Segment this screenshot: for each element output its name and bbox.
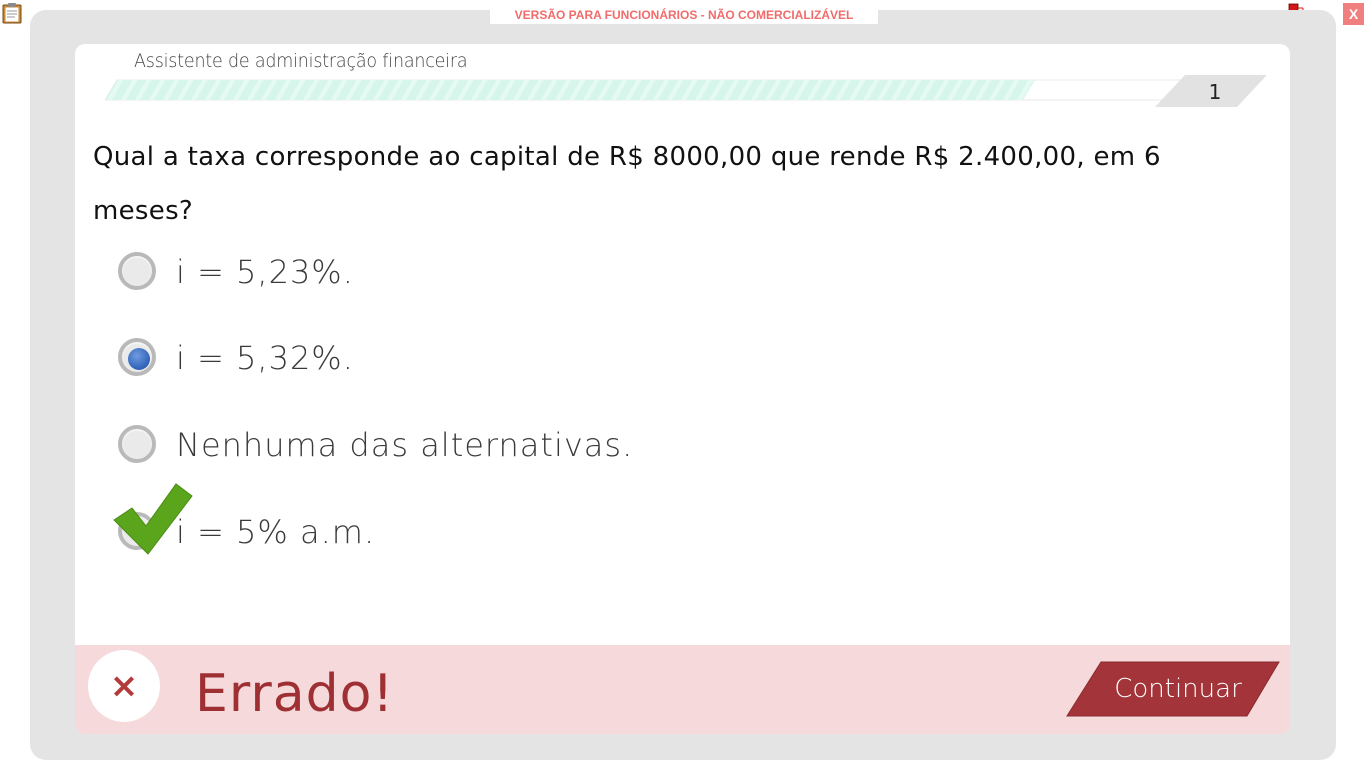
option-3-label: Nenhuma das alternativas. <box>176 426 634 464</box>
continue-button[interactable]: Continuar <box>1065 661 1281 717</box>
module-title: Assistente de administração financeira <box>134 50 468 72</box>
option-3[interactable]: Nenhuma das alternativas. <box>118 423 818 471</box>
option-4-label: i = 5% a.m. <box>176 513 376 551</box>
correct-check-icon <box>113 483 193 555</box>
option-4[interactable]: i = 5% a.m. <box>113 483 818 558</box>
close-window-button[interactable]: X <box>1343 3 1364 25</box>
quiz-screen: VERSÃO PARA FUNCIONÁRIOS - NÃO COMERCIAL… <box>0 0 1366 768</box>
option-1-radio[interactable] <box>118 252 156 290</box>
clipboard-icon[interactable] <box>2 2 22 24</box>
option-2[interactable]: i = 5,32%. <box>118 336 818 384</box>
question-card: Assistente de administração financeira 1… <box>75 44 1290 734</box>
staff-version-banner: VERSÃO PARA FUNCIONÁRIOS - NÃO COMERCIAL… <box>490 6 878 24</box>
option-1-label: i = 5,23%. <box>176 253 354 291</box>
wrong-x-icon: × <box>88 650 160 722</box>
option-3-radio[interactable] <box>118 425 156 463</box>
question-text: Qual a taxa corresponde ao capital de R$… <box>93 142 1161 226</box>
continue-button-label: Continuar <box>1114 674 1242 704</box>
feedback-bar: × Errado! Continuar <box>75 645 1290 734</box>
selected-dot <box>128 348 150 370</box>
option-2-label: i = 5,32%. <box>176 339 354 377</box>
result-message: Errado! <box>195 664 395 724</box>
progress-bar <box>105 79 1185 101</box>
page-number: 1 <box>1208 80 1222 104</box>
progress-fill <box>105 80 1035 100</box>
option-2-radio[interactable] <box>118 338 156 376</box>
option-1[interactable]: i = 5,23%. <box>118 250 818 298</box>
